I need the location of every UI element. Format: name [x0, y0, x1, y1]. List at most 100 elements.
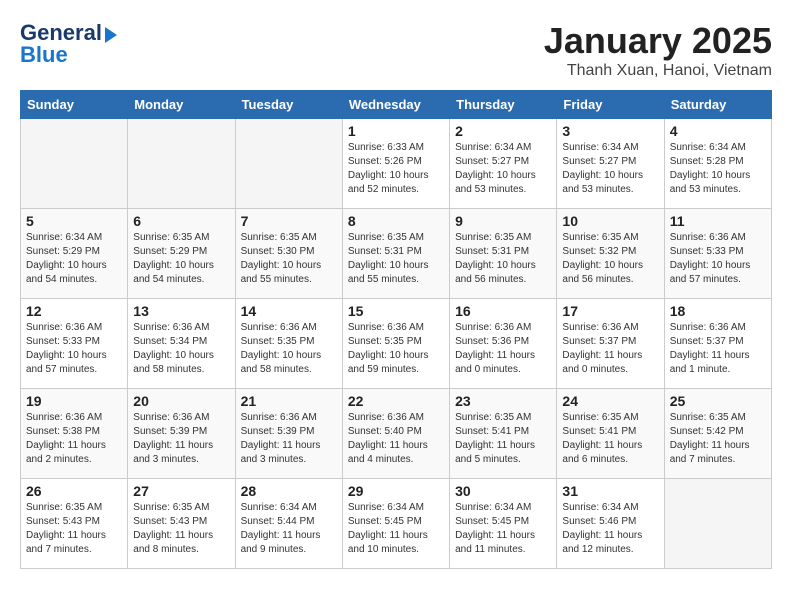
calendar-cell: 20Sunrise: 6:36 AMSunset: 5:39 PMDayligh… — [128, 389, 235, 479]
day-number: 1 — [348, 123, 444, 139]
calendar-cell: 29 Sunrise: 6:34 AMSunset: 5:45 PMDayligh… — [342, 479, 449, 569]
calendar-cell: 26Sunrise: 6:35 AMSunset: 5:43 PMDayligh… — [21, 479, 128, 569]
calendar-cell: 6Sunrise: 6:35 AMSunset: 5:29 PMDaylight… — [128, 209, 235, 299]
calendar-cell — [128, 119, 235, 209]
day-number: 30 — [455, 483, 551, 499]
calendar-cell: 25Sunrise: 6:35 AMSunset: 5:42 PMDayligh… — [664, 389, 771, 479]
header-friday: Friday — [557, 91, 664, 119]
calendar-cell: 14 Sunrise: 6:36 AMSunset: 5:35 PMDayligh… — [235, 299, 342, 389]
calendar-cell: 7 Sunrise: 6:35 AMSunset: 5:30 PMDaylight… — [235, 209, 342, 299]
day-number: 15 — [348, 303, 444, 319]
day-number: 31 — [562, 483, 658, 499]
day-number: 2 — [455, 123, 551, 139]
cell-info: Sunrise: 6:36 AMSunset: 5:33 PMDaylight:… — [670, 231, 766, 287]
calendar-cell: 8Sunrise: 6:35 AMSunset: 5:31 PMDaylight… — [342, 209, 449, 299]
calendar-table: SundayMondayTuesdayWednesdayThursdayFrid… — [20, 90, 772, 569]
cell-info: Sunrise: 6:36 AMSunset: 5:37 PMDaylight:… — [562, 321, 658, 377]
calendar-cell: 22 Sunrise: 6:36 AMSunset: 5:40 PMDayligh… — [342, 389, 449, 479]
calendar-cell: 31 Sunrise: 6:34 AMSunset: 5:46 PMDayligh… — [557, 479, 664, 569]
cell-info: Sunrise: 6:36 AMSunset: 5:40 PMDaylight:… — [348, 411, 444, 467]
cell-info: Sunrise: 6:36 AMSunset: 5:35 PMDaylight:… — [241, 321, 337, 377]
cell-info: Sunrise: 6:36 AMSunset: 5:34 PMDaylight:… — [133, 321, 229, 377]
header-thursday: Thursday — [450, 91, 557, 119]
logo-blue-text: Blue — [20, 42, 68, 68]
calendar-cell: 17 Sunrise: 6:36 AMSunset: 5:37 PMDayligh… — [557, 299, 664, 389]
cell-info: Sunrise: 6:35 AMSunset: 5:30 PMDaylight:… — [241, 231, 337, 287]
cell-info: Sunrise: 6:34 AMSunset: 5:29 PMDaylight:… — [26, 231, 122, 287]
calendar-cell: 2 Sunrise: 6:34 AMSunset: 5:27 PMDaylight… — [450, 119, 557, 209]
logo: General Blue — [20, 20, 117, 68]
location: Thanh Xuan, Hanoi, Vietnam — [544, 62, 772, 80]
cell-info: Sunrise: 6:36 AMSunset: 5:33 PMDaylight:… — [26, 321, 122, 377]
week-row-1: 1Sunrise: 6:33 AMSunset: 5:26 PMDaylight… — [21, 119, 772, 209]
day-number: 19 — [26, 393, 122, 409]
day-number: 3 — [562, 123, 658, 139]
calendar-cell: 13Sunrise: 6:36 AMSunset: 5:34 PMDayligh… — [128, 299, 235, 389]
calendar-cell: 18 Sunrise: 6:36 AMSunset: 5:37 PMDayligh… — [664, 299, 771, 389]
calendar-cell: 3 Sunrise: 6:34 AMSunset: 5:27 PMDaylight… — [557, 119, 664, 209]
cell-info: Sunrise: 6:34 AMSunset: 5:45 PMDaylight:… — [455, 501, 551, 557]
header-tuesday: Tuesday — [235, 91, 342, 119]
header-sunday: Sunday — [21, 91, 128, 119]
cell-info: Sunrise: 6:36 AMSunset: 5:39 PMDaylight:… — [241, 411, 337, 467]
calendar-cell: 10Sunrise: 6:35 AMSunset: 5:32 PMDayligh… — [557, 209, 664, 299]
cell-info: Sunrise: 6:34 AMSunset: 5:27 PMDaylight:… — [455, 141, 551, 197]
calendar-cell: 27 Sunrise: 6:35 AMSunset: 5:43 PMDayligh… — [128, 479, 235, 569]
cell-info: Sunrise: 6:35 AMSunset: 5:41 PMDaylight:… — [455, 411, 551, 467]
header: General Blue January 2025 Thanh Xuan, Ha… — [20, 20, 772, 80]
calendar-cell: 12 Sunrise: 6:36 AMSunset: 5:33 PMDayligh… — [21, 299, 128, 389]
calendar-cell — [664, 479, 771, 569]
calendar-cell: 21 Sunrise: 6:36 AMSunset: 5:39 PMDayligh… — [235, 389, 342, 479]
day-number: 27 — [133, 483, 229, 499]
cell-info: Sunrise: 6:34 AMSunset: 5:45 PMDaylight:… — [348, 501, 444, 557]
cell-info: Sunrise: 6:36 AMSunset: 5:37 PMDaylight:… — [670, 321, 766, 377]
day-number: 23 — [455, 393, 551, 409]
calendar-cell: 30 Sunrise: 6:34 AMSunset: 5:45 PMDayligh… — [450, 479, 557, 569]
week-row-3: 12 Sunrise: 6:36 AMSunset: 5:33 PMDayligh… — [21, 299, 772, 389]
calendar-cell: 5Sunrise: 6:34 AMSunset: 5:29 PMDaylight… — [21, 209, 128, 299]
calendar-cell: 1Sunrise: 6:33 AMSunset: 5:26 PMDaylight… — [342, 119, 449, 209]
cell-info: Sunrise: 6:35 AMSunset: 5:32 PMDaylight:… — [562, 231, 658, 287]
day-number: 29 — [348, 483, 444, 499]
day-number: 17 — [562, 303, 658, 319]
cell-info: Sunrise: 6:36 AMSunset: 5:36 PMDaylight:… — [455, 321, 551, 377]
month-title: January 2025 — [544, 20, 772, 62]
day-number: 22 — [348, 393, 444, 409]
week-row-5: 26 Sunrise: 6:35 AMSunset: 5:43 PMDayligh… — [21, 479, 772, 569]
cell-info: Sunrise: 6:36 AMSunset: 5:35 PMDaylight:… — [348, 321, 444, 377]
day-number: 7 — [241, 213, 337, 229]
day-number: 12 — [26, 303, 122, 319]
header-monday: Monday — [128, 91, 235, 119]
cell-info: Sunrise: 6:34 AMSunset: 5:28 PMDaylight:… — [670, 141, 766, 197]
calendar-cell — [21, 119, 128, 209]
cell-info: Sunrise: 6:35 AMSunset: 5:43 PMDaylight:… — [133, 501, 229, 557]
day-number: 14 — [241, 303, 337, 319]
cell-info: Sunrise: 6:35 AMSunset: 5:31 PMDaylight:… — [348, 231, 444, 287]
day-number: 9 — [455, 213, 551, 229]
day-number: 18 — [670, 303, 766, 319]
title-block: January 2025 Thanh Xuan, Hanoi, Vietnam — [544, 20, 772, 80]
day-number: 11 — [670, 213, 766, 229]
day-number: 24 — [562, 393, 658, 409]
day-number: 21 — [241, 393, 337, 409]
calendar-cell: 11 Sunrise: 6:36 AMSunset: 5:33 PMDayligh… — [664, 209, 771, 299]
calendar-cell: 19 Sunrise: 6:36 AMSunset: 5:38 PMDayligh… — [21, 389, 128, 479]
cell-info: Sunrise: 6:36 AMSunset: 5:38 PMDaylight:… — [26, 411, 122, 467]
week-row-4: 19 Sunrise: 6:36 AMSunset: 5:38 PMDayligh… — [21, 389, 772, 479]
calendar-cell: 15 Sunrise: 6:36 AMSunset: 5:35 PMDayligh… — [342, 299, 449, 389]
day-number: 4 — [670, 123, 766, 139]
calendar-header-row: SundayMondayTuesdayWednesdayThursdayFrid… — [21, 91, 772, 119]
day-number: 28 — [241, 483, 337, 499]
day-number: 26 — [26, 483, 122, 499]
calendar-cell: 24 Sunrise: 6:35 AMSunset: 5:41 PMDayligh… — [557, 389, 664, 479]
week-row-2: 5Sunrise: 6:34 AMSunset: 5:29 PMDaylight… — [21, 209, 772, 299]
calendar-cell: 9Sunrise: 6:35 AMSunset: 5:31 PMDaylight… — [450, 209, 557, 299]
cell-info: Sunrise: 6:35 AMSunset: 5:41 PMDaylight:… — [562, 411, 658, 467]
header-saturday: Saturday — [664, 91, 771, 119]
calendar-cell — [235, 119, 342, 209]
cell-info: Sunrise: 6:34 AMSunset: 5:27 PMDaylight:… — [562, 141, 658, 197]
calendar-cell: 16Sunrise: 6:36 AMSunset: 5:36 PMDayligh… — [450, 299, 557, 389]
calendar-cell: 28Sunrise: 6:34 AMSunset: 5:44 PMDayligh… — [235, 479, 342, 569]
header-wednesday: Wednesday — [342, 91, 449, 119]
cell-info: Sunrise: 6:34 AMSunset: 5:46 PMDaylight:… — [562, 501, 658, 557]
